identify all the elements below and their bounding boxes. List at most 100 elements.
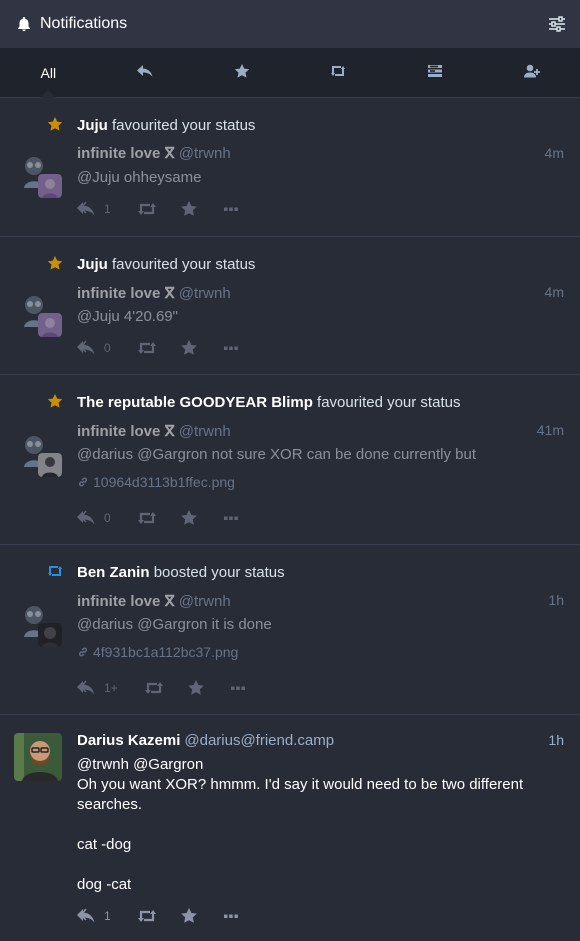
status-timestamp[interactable]: 41m — [537, 422, 564, 438]
sliders-icon[interactable] — [548, 16, 566, 32]
reply-icon — [137, 64, 153, 81]
attachment-link[interactable]: 4f931bc1a112bc37.png — [77, 644, 238, 660]
favourite-button[interactable] — [179, 340, 199, 356]
notification-prepend: Ben Zanin boosted your status — [77, 564, 285, 581]
actor-name[interactable]: Ben Zanin — [77, 564, 150, 581]
more-button[interactable] — [221, 908, 241, 924]
more-button[interactable] — [221, 201, 241, 217]
reply-count: 1+ — [104, 681, 118, 695]
reply-all-icon — [77, 340, 95, 355]
reply-all-icon — [77, 908, 95, 923]
reply-button[interactable]: 1 — [77, 908, 111, 924]
star-icon — [180, 201, 197, 216]
reply-count: 0 — [104, 511, 111, 525]
content-line: Oh you want XOR? hmmm. I'd say it would … — [77, 776, 524, 793]
avatar[interactable] — [14, 150, 62, 198]
boost-icon — [137, 203, 156, 215]
favourite-button[interactable] — [179, 201, 199, 217]
notification-action-text: favourited your status — [112, 256, 256, 273]
column-header: Notifications — [0, 0, 580, 48]
favourite-button[interactable] — [179, 908, 199, 924]
boost-button[interactable] — [137, 908, 157, 924]
avatar[interactable] — [14, 733, 62, 781]
notification-reblog[interactable]: Ben Zanin boosted your status infinite l… — [0, 545, 580, 715]
favourite-button[interactable] — [186, 680, 206, 696]
filter-tab-boosts[interactable] — [290, 48, 387, 97]
attachment-link[interactable]: 10964d3113b1ffec.png — [77, 474, 235, 490]
status-display-name: infinite love ⴳ — [77, 145, 175, 162]
status-action-bar: 0 — [77, 508, 263, 528]
reply-button[interactable]: 1 — [77, 201, 111, 217]
more-button[interactable] — [221, 340, 241, 356]
status-action-bar: 1+ — [77, 678, 270, 698]
status-handle: @darius@friend.camp — [184, 732, 335, 749]
filter-tab-all-label: All — [40, 64, 57, 81]
status-action-bar: 1 — [77, 906, 263, 926]
status-content: @darius @Gargron it is done — [77, 616, 272, 633]
filter-tab-follows[interactable] — [483, 48, 580, 97]
ellipsis-icon — [223, 914, 238, 918]
notification-prepend: Juju favourited your status — [77, 117, 255, 134]
status-display-name: Darius Kazemi — [77, 732, 181, 749]
status-account[interactable]: infinite love ⴳ @trwnh — [77, 284, 231, 302]
reply-button[interactable]: 0 — [77, 340, 111, 356]
more-button[interactable] — [221, 510, 241, 526]
boost-icon — [47, 564, 63, 578]
filter-tab-favourites[interactable] — [193, 48, 290, 97]
boost-button[interactable] — [144, 680, 164, 696]
status-display-name: infinite love ⴳ — [77, 423, 175, 440]
star-icon — [234, 64, 250, 81]
content-line: @trwnh @Gargron — [77, 756, 204, 773]
favourite-button[interactable] — [179, 510, 199, 526]
status-account[interactable]: infinite love ⴳ @trwnh — [77, 422, 231, 440]
status-content: @darius @Gargron not sure XOR can be don… — [77, 446, 476, 463]
user-plus-icon — [523, 64, 540, 81]
reply-count: 1 — [104, 202, 111, 216]
filter-tab-polls[interactable] — [387, 48, 484, 97]
filter-tab-mentions[interactable] — [97, 48, 194, 97]
filter-tab-all[interactable]: All — [0, 48, 97, 98]
notification-action-text: favourited your status — [112, 117, 256, 134]
notification-favourite[interactable]: Juju favourited your status infinite lov… — [0, 98, 580, 237]
ellipsis-icon — [230, 686, 245, 690]
reply-button[interactable]: 0 — [77, 510, 111, 526]
boost-button[interactable] — [137, 201, 157, 217]
notification-filter-bar: All — [0, 48, 580, 98]
boost-button[interactable] — [137, 340, 157, 356]
status-account[interactable]: infinite love ⴳ @trwnh — [77, 592, 231, 610]
reply-all-icon — [77, 510, 95, 525]
avatar[interactable] — [14, 599, 62, 647]
notification-favourite[interactable]: Juju favourited your status infinite lov… — [0, 237, 580, 375]
status-timestamp[interactable]: 1h — [548, 592, 564, 608]
reply-all-icon — [77, 201, 95, 216]
actor-avatar-image — [38, 453, 62, 477]
avatar[interactable] — [14, 429, 62, 477]
status-timestamp[interactable]: 4m — [545, 284, 564, 300]
boost-icon — [144, 682, 163, 694]
notification-favourite[interactable]: The reputable GOODYEAR Blimp favourited … — [0, 375, 580, 545]
star-icon — [180, 340, 197, 355]
content-line: dog -cat — [77, 876, 132, 893]
reply-button[interactable]: 1+ — [77, 680, 118, 696]
reply-count: 1 — [104, 909, 111, 923]
actor-name[interactable]: Juju — [77, 117, 108, 134]
actor-name[interactable]: The reputable GOODYEAR Blimp — [77, 394, 313, 411]
ellipsis-icon — [223, 516, 238, 520]
avatar[interactable] — [14, 289, 62, 337]
actor-avatar-image — [38, 174, 62, 198]
actor-name[interactable]: Juju — [77, 256, 108, 273]
boost-button[interactable] — [137, 510, 157, 526]
boost-icon — [330, 64, 346, 81]
poll-icon — [427, 64, 443, 81]
status-handle: @trwnh — [178, 285, 231, 302]
status-account[interactable]: infinite love ⴳ @trwnh — [77, 144, 231, 162]
status-account[interactable]: Darius Kazemi @darius@friend.camp — [77, 732, 334, 749]
status-timestamp[interactable]: 4m — [545, 145, 564, 161]
content-line: cat -dog — [77, 836, 132, 853]
status-timestamp[interactable]: 1h — [548, 732, 564, 748]
status-content: @trwnh @Gargron Oh you want XOR? hmmm. I… — [77, 755, 564, 895]
notification-mention[interactable]: Darius Kazemi @darius@friend.camp 1h @trw… — [0, 715, 580, 941]
more-button[interactable] — [228, 680, 248, 696]
status-handle: @trwnh — [178, 593, 231, 610]
actor-avatar-image — [38, 313, 62, 337]
